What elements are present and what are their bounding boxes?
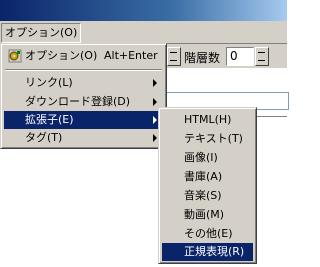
submenu-item-other[interactable]: その他(E) — [162, 225, 253, 243]
menu-bar: オプション(O) — [0, 21, 287, 44]
menu-separator — [5, 69, 162, 71]
menu-item-download-label: ダウンロード登録(D) — [25, 95, 131, 108]
depth-label: 階層数 — [184, 51, 221, 65]
depth-spin-button[interactable] — [255, 47, 269, 66]
submenu-item-archive[interactable]: 書庫(A) — [162, 168, 253, 186]
submenu-item-music[interactable]: 音楽(S) — [162, 187, 253, 205]
submenu-arrow-icon — [153, 98, 157, 106]
extension-submenu: HTML(H) テキスト(T) 画像(I) 書庫(A) 音楽(S) 動画(M) … — [158, 107, 257, 264]
menu-item-extension-label: 拡張子(E) — [25, 113, 74, 126]
gear-icon — [8, 49, 22, 63]
menu-item-link-label: リンク(L) — [25, 76, 73, 89]
depth-input[interactable]: 0 — [226, 47, 254, 66]
submenu-item-regex-label: 正規表現(R) — [184, 245, 245, 258]
left-spin-button[interactable] — [167, 47, 181, 66]
menubar-options[interactable]: オプション(O) — [1, 23, 82, 43]
submenu-item-video-label: 動画(M) — [184, 208, 225, 221]
submenu-item-archive-label: 書庫(A) — [184, 170, 223, 183]
submenu-item-text-label: テキスト(T) — [184, 132, 243, 145]
menu-item-tag-label: タグ(T) — [25, 131, 63, 144]
menu-item-options-label: オプション(O) — [25, 49, 98, 62]
submenu-item-video[interactable]: 動画(M) — [162, 206, 253, 224]
submenu-item-other-label: その他(E) — [184, 227, 233, 240]
menu-item-download[interactable]: ダウンロード登録(D) — [4, 93, 163, 111]
submenu-arrow-icon — [153, 79, 157, 87]
submenu-item-html[interactable]: HTML(H) — [162, 111, 253, 129]
window-titlebar — [0, 0, 287, 21]
submenu-item-music-label: 音楽(S) — [184, 189, 222, 202]
menu-item-extension[interactable]: 拡張子(E) — [4, 111, 163, 129]
submenu-arrow-icon — [153, 134, 157, 142]
submenu-item-text[interactable]: テキスト(T) — [162, 130, 253, 148]
submenu-item-image-label: 画像(I) — [184, 151, 218, 164]
submenu-item-regex[interactable]: 正規表現(R) — [162, 243, 253, 261]
menu-item-options-shortcut: Alt+Enter — [104, 49, 158, 62]
menu-item-link[interactable]: リンク(L) — [4, 74, 163, 92]
menu-item-tag[interactable]: タグ(T) — [4, 129, 163, 147]
submenu-arrow-icon — [153, 116, 157, 124]
options-menu: オプション(O) Alt+Enter リンク(L) ダウンロード登録(D) 拡張… — [0, 43, 167, 149]
submenu-item-image[interactable]: 画像(I) — [162, 149, 253, 167]
submenu-item-html-label: HTML(H) — [184, 113, 232, 126]
menu-item-options[interactable]: オプション(O) Alt+Enter — [4, 47, 163, 65]
